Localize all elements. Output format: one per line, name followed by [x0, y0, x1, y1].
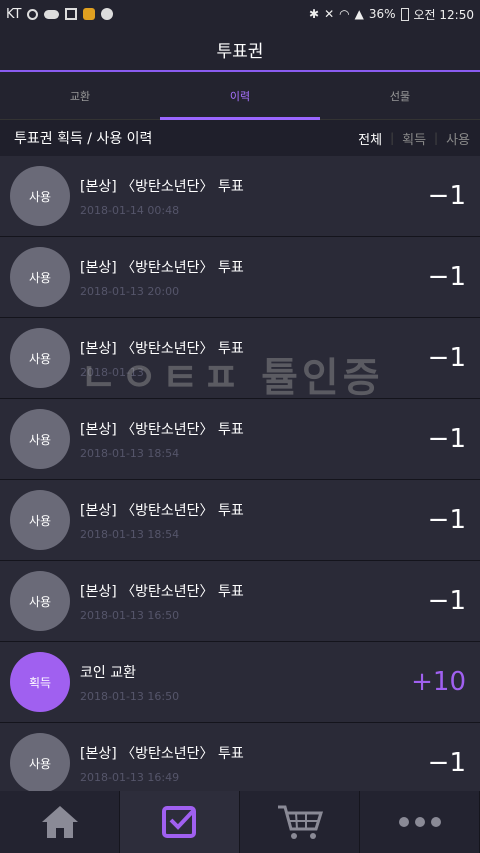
- page-header: 투표권: [0, 28, 480, 72]
- battery-icon: [400, 7, 409, 21]
- item-date: 2018-01-13: [80, 365, 144, 379]
- page-title: 투표권: [216, 41, 264, 62]
- nav-shop[interactable]: [240, 791, 360, 853]
- gain-badge: 획득: [10, 652, 70, 712]
- list-item[interactable]: 사용 [본상] 〈방탄소년단〉 투표 2018-01-13 20:00 −1: [0, 237, 480, 318]
- item-amount: −1: [427, 424, 466, 454]
- filter-all[interactable]: 전체: [358, 129, 382, 148]
- wifi-icon: ◠: [339, 7, 350, 21]
- carrier-label: KT: [6, 6, 22, 22]
- nav-vote[interactable]: [120, 791, 240, 853]
- item-title: [본상] 〈방탄소년단〉 투표: [80, 178, 244, 195]
- item-date: 2018-01-14 00:48: [80, 203, 180, 217]
- tab-gift[interactable]: 선물: [320, 72, 480, 119]
- image-icon: [65, 8, 78, 20]
- item-amount: −1: [427, 586, 466, 616]
- battery-label: 36%: [368, 7, 396, 21]
- list-item[interactable]: 사용 [본상] 〈방탄소년단〉 투표 2018-01-14 00:48 −1: [0, 156, 480, 237]
- tab-history[interactable]: 이력: [160, 72, 320, 120]
- nav-more[interactable]: [360, 791, 480, 853]
- item-amount: −1: [427, 262, 466, 292]
- item-amount: −1: [427, 748, 466, 778]
- filter-divider: |: [434, 131, 439, 145]
- use-badge: 사용: [10, 571, 70, 631]
- filter-use[interactable]: 사용: [446, 129, 470, 148]
- item-date: 2018-01-13 16:49: [80, 770, 180, 784]
- notification-icon: [27, 8, 39, 20]
- list-item[interactable]: 사용 [본상] 〈방탄소년단〉 투표 2018-01-13 16:49 −1: [0, 723, 480, 794]
- item-title: [본상] 〈방탄소년단〉 투표: [80, 745, 244, 762]
- history-list: 사용 [본상] 〈방탄소년단〉 투표 2018-01-14 00:48 −1 사…: [0, 156, 480, 794]
- list-item[interactable]: 획득 코인 교환 2018-01-13 16:50 +10: [0, 642, 480, 723]
- mute-icon: ✕: [324, 7, 335, 21]
- item-title: [본상] 〈방탄소년단〉 투표: [80, 502, 244, 519]
- use-badge: 사용: [10, 490, 70, 550]
- cart-icon: [277, 805, 323, 839]
- app-icon: [83, 8, 96, 20]
- item-amount: −1: [427, 343, 466, 373]
- clock-label: 오전 12:50: [413, 7, 474, 22]
- filter-divider: |: [390, 131, 395, 145]
- tab-exchange[interactable]: 교환: [0, 72, 160, 119]
- list-item[interactable]: 사용 [본상] 〈방탄소년단〉 투표 2018-01-13 −1: [0, 318, 480, 399]
- item-title: 코인 교환: [80, 664, 136, 681]
- item-date: 2018-01-13 16:50: [80, 608, 180, 622]
- list-item[interactable]: 사용 [본상] 〈방탄소년단〉 투표 2018-01-13 18:54 −1: [0, 399, 480, 480]
- item-date: 2018-01-13 16:50: [80, 689, 180, 703]
- bluetooth-icon: ✱: [309, 7, 320, 21]
- use-badge: 사용: [10, 247, 70, 307]
- tab-bar: 교환 이력 선물: [0, 72, 480, 120]
- item-title: [본상] 〈방탄소년단〉 투표: [80, 259, 244, 276]
- item-date: 2018-01-13 20:00: [80, 284, 180, 298]
- vote-check-icon: [161, 806, 196, 838]
- use-badge: 사용: [10, 733, 70, 793]
- filter-gain[interactable]: 획득: [402, 129, 426, 148]
- use-badge: 사용: [10, 166, 70, 226]
- list-item[interactable]: 사용 [본상] 〈방탄소년단〉 투표 2018-01-13 16:50 −1: [0, 561, 480, 642]
- history-filters: 전체 | 획득 | 사용: [358, 129, 470, 148]
- history-title: 투표권 획득 / 사용 이력: [14, 131, 153, 147]
- item-title: [본상] 〈방탄소년단〉 투표: [80, 421, 244, 438]
- signal-icon: ▲: [354, 7, 364, 21]
- use-badge: 사용: [10, 409, 70, 469]
- status-bar: KT ✱ ✕ ◠ ▲ 36% 오전 12:50: [0, 0, 480, 28]
- item-amount: −1: [427, 181, 466, 211]
- bottom-nav: [0, 791, 480, 853]
- use-badge: 사용: [10, 328, 70, 388]
- more-icon: [398, 817, 441, 827]
- home-icon: [41, 806, 78, 838]
- item-amount: −1: [427, 505, 466, 535]
- item-title: [본상] 〈방탄소년단〉 투표: [80, 340, 244, 357]
- music-icon: [101, 8, 114, 20]
- item-amount: +10: [411, 667, 466, 697]
- list-item[interactable]: 사용 [본상] 〈방탄소년단〉 투표 2018-01-13 18:54 −1: [0, 480, 480, 561]
- item-date: 2018-01-13 18:54: [80, 527, 180, 541]
- nav-home[interactable]: [0, 791, 120, 853]
- history-subheader: 투표권 획득 / 사용 이력 전체 | 획득 | 사용: [0, 120, 480, 156]
- cloud-icon: [44, 9, 60, 19]
- item-date: 2018-01-13 18:54: [80, 446, 180, 460]
- item-title: [본상] 〈방탄소년단〉 투표: [80, 583, 244, 600]
